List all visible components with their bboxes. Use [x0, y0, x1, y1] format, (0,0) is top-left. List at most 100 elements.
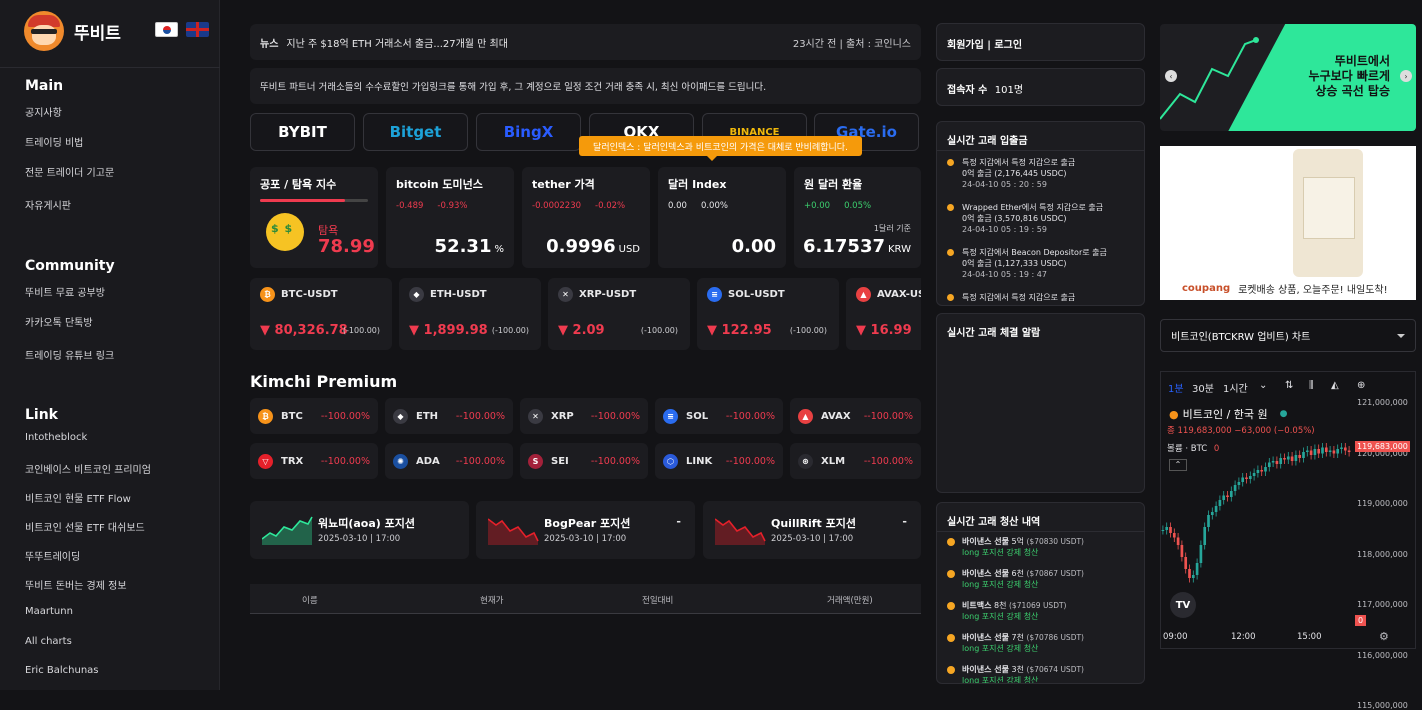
coin-pair-label: BTC-USDT: [281, 289, 338, 300]
chevron-down-icon[interactable]: ⌄: [1259, 380, 1267, 391]
candle-body: [1176, 537, 1180, 545]
sidebar-item[interactable]: 비트코인 선물 ETF 대쉬보드: [25, 519, 145, 534]
candle-body: [1252, 473, 1256, 476]
sidebar-item[interactable]: All charts: [25, 636, 72, 647]
col-change[interactable]: 전일대비: [642, 594, 673, 606]
candle-body: [1245, 477, 1248, 479]
uk-flag-icon[interactable]: [186, 22, 209, 37]
col-volume[interactable]: 거래액(만원): [827, 594, 873, 606]
liquidation-item[interactable]: 비트맥스 8천 ($71069 USDT) long 포지션 강제 청산: [947, 600, 1066, 622]
volume-last-tag: 0: [1355, 615, 1367, 626]
candle-body: [1264, 467, 1267, 472]
kimchi-symbol: XRP: [551, 410, 574, 422]
coin-icon: ✕: [528, 408, 543, 424]
coin-change: (-100.00): [342, 326, 380, 335]
kimchi-item[interactable]: ≡ SOL --100.00%: [655, 398, 783, 434]
sidebar-item[interactable]: 비트코인 현물 ETF Flow: [25, 490, 131, 505]
interval-1m[interactable]: 1분: [1168, 380, 1184, 395]
kimchi-item[interactable]: ✕ XRP --100.00%: [520, 398, 648, 434]
whale-trade-panel: 실시간 고래 체결 알람: [936, 313, 1145, 493]
candle-body: [1279, 458, 1283, 464]
kimchi-item[interactable]: ◆ ETH --100.00%: [385, 398, 513, 434]
kimchi-item[interactable]: ⊛ XLM --100.00%: [790, 443, 921, 479]
sidebar-item[interactable]: 코인베이스 비트코인 프리미엄: [25, 461, 151, 476]
coupang-ad[interactable]: coupang 로켓배송 상품, 오늘주문! 내일도착!: [1160, 146, 1416, 300]
coin-ticker-card[interactable]: ◆ ETH-USDT ▼ 1,899.98 (-100.00): [399, 278, 541, 350]
promo-ad-green[interactable]: 뚜비트에서 누구보다 빠르게 상승 곡선 탑승 ‹ ›: [1160, 24, 1416, 131]
candle-body: [1188, 569, 1191, 578]
tradingview-chart[interactable]: 1분 30분 1시간 ⌄ ⇅ ⫼ ◭ ⊕ ● 비트코인 / 한국 원 ● 종 119…: [1160, 371, 1416, 710]
candle-body: [1347, 450, 1351, 452]
chart-symbol-select[interactable]: 비트코인(BTCKRW 업비트) 차트: [1160, 319, 1416, 352]
coin-pair: ₿ BTC-USDT: [260, 287, 382, 302]
sidebar-item[interactable]: 뚜뚜트레이딩: [25, 548, 80, 563]
interval-30m[interactable]: 30분: [1192, 380, 1214, 395]
liquidation-item[interactable]: 바이낸스 선물 6천 ($70867 USDT) long 포지션 강제 청산: [947, 568, 1084, 590]
ad-prev-icon[interactable]: ‹: [1165, 70, 1177, 82]
ad-next-icon[interactable]: ›: [1400, 70, 1412, 82]
candle-body: [1222, 495, 1226, 500]
whale-transfer-item[interactable]: 특정 지갑에서 Beacon Depositor로 출금 0억 출금 (1,127…: [947, 247, 1107, 280]
whale-transfer-item[interactable]: 특정 지갑에서 특정 지갑으로 출금 0억 출금 (2,176,445 USDC)…: [947, 157, 1075, 190]
sidebar-item[interactable]: 자유게시판: [25, 197, 71, 212]
trader-position-card[interactable]: QuillRift 포지션 2025-03-10 | 17:00 -: [703, 501, 921, 559]
liq-amount: 3천: [1011, 665, 1024, 674]
chart-title: 비트코인 / 한국 원: [1182, 408, 1268, 421]
interval-1h[interactable]: 1시간: [1223, 380, 1248, 395]
candle-body: [1233, 485, 1237, 491]
login-box[interactable]: 회원가입 | 로그인: [936, 23, 1145, 61]
indicator-icon[interactable]: ⇅: [1285, 380, 1293, 391]
coin-ticker-card[interactable]: ₿ BTC-USDT ▼ 80,326.78 (-100.00): [250, 278, 392, 350]
col-name[interactable]: 이름: [302, 594, 318, 606]
compare-icon[interactable]: ⊕: [1357, 380, 1365, 391]
sidebar-item[interactable]: 전문 트레이더 기고문: [25, 164, 114, 179]
y-tick: 121,000,000: [1357, 398, 1408, 407]
trend-down-icon: [488, 518, 539, 545]
coin-ticker-card[interactable]: ≡ SOL-USDT ▼ 122.95 (-100.00): [697, 278, 839, 350]
candle-type-icon[interactable]: ⫼: [1309, 380, 1314, 391]
coin-icon: ▲: [798, 408, 813, 424]
sidebar-item[interactable]: 트레이딩 유튜브 링크: [25, 347, 114, 362]
sidebar-item[interactable]: 뚜비트 무료 공부방: [25, 284, 105, 299]
liq-desc: long 포지션 강제 청산: [962, 612, 1039, 621]
sidebar-item[interactable]: Maartunn: [25, 606, 73, 617]
whale-transfer-item[interactable]: 특정 지갑에서 특정 지갑으로 출금: [947, 292, 1075, 303]
sidebar-item[interactable]: Eric Balchunas: [25, 665, 99, 676]
kimchi-item[interactable]: S SEI --100.00%: [520, 443, 648, 479]
coin-ticker-card[interactable]: ✕ XRP-USDT ▼ 2.09 (-100.00): [548, 278, 690, 350]
col-price[interactable]: 현재가: [480, 594, 503, 606]
kimchi-item[interactable]: ▲ AVAX --100.00%: [790, 398, 921, 434]
login-link[interactable]: 회원가입 | 로그인: [937, 24, 1144, 61]
sidebar-section-title: Community: [25, 258, 115, 274]
liq-exchange: 바이낸스 선물: [962, 537, 1009, 546]
kimchi-item[interactable]: ▽ TRX --100.00%: [250, 443, 378, 479]
coin-ticker-card[interactable]: ▲ AVAX-USDT ▼ 16.99: [846, 278, 921, 350]
sidebar-item[interactable]: Intotheblock: [25, 432, 87, 443]
sidebar-item[interactable]: 뚜비트 돈버는 경제 정보: [25, 577, 127, 592]
x-tick: 15:00: [1297, 632, 1322, 642]
area-type-icon[interactable]: ◭: [1331, 380, 1339, 391]
liquidation-item[interactable]: 바이낸스 선물 3천 ($70674 USDT) long 포지션 강제 청산: [947, 664, 1084, 683]
korea-flag-icon[interactable]: [155, 22, 178, 37]
sidebar-item[interactable]: 카카오톡 단톡방: [25, 314, 93, 329]
kimchi-symbol: TRX: [281, 455, 304, 467]
kimchi-item[interactable]: ✺ ADA --100.00%: [385, 443, 513, 479]
kimchi-symbol: SEI: [551, 455, 569, 467]
trader-position-card[interactable]: BogPear 포지션 2025-03-10 | 17:00 -: [476, 501, 695, 559]
tradingview-logo-icon[interactable]: TV: [1170, 592, 1196, 618]
trader-position-card[interactable]: 워뇨띠(aoa) 포지션 2025-03-10 | 17:00: [250, 501, 469, 559]
liquidation-item[interactable]: 바이낸스 선물 5억 ($70830 USDT) long 포지션 강제 청산: [947, 536, 1084, 558]
settings-icon[interactable]: ⚙: [1379, 630, 1389, 643]
kimchi-symbol: SOL: [686, 410, 709, 422]
coin-pair: ▲ AVAX-USDT: [856, 287, 921, 302]
kimchi-item[interactable]: ⬡ LINK --100.00%: [655, 443, 783, 479]
kimchi-item[interactable]: ₿ BTC --100.00%: [250, 398, 378, 434]
coin-icon: ⬡: [663, 453, 678, 469]
brand-logo[interactable]: 뚜비트: [24, 11, 121, 51]
sidebar-item[interactable]: 트레이딩 비법: [25, 134, 83, 149]
candle-body: [1324, 447, 1328, 452]
liq-exchange: 바이낸스 선물: [962, 665, 1009, 674]
liquidation-item[interactable]: 바이낸스 선물 7천 ($70786 USDT) long 포지션 강제 청산: [947, 632, 1084, 654]
sidebar-item[interactable]: 공지사항: [25, 104, 62, 119]
whale-transfer-item[interactable]: Wrapped Ether에서 특정 지갑으로 출금 0억 출금 (3,570,8…: [947, 202, 1103, 235]
